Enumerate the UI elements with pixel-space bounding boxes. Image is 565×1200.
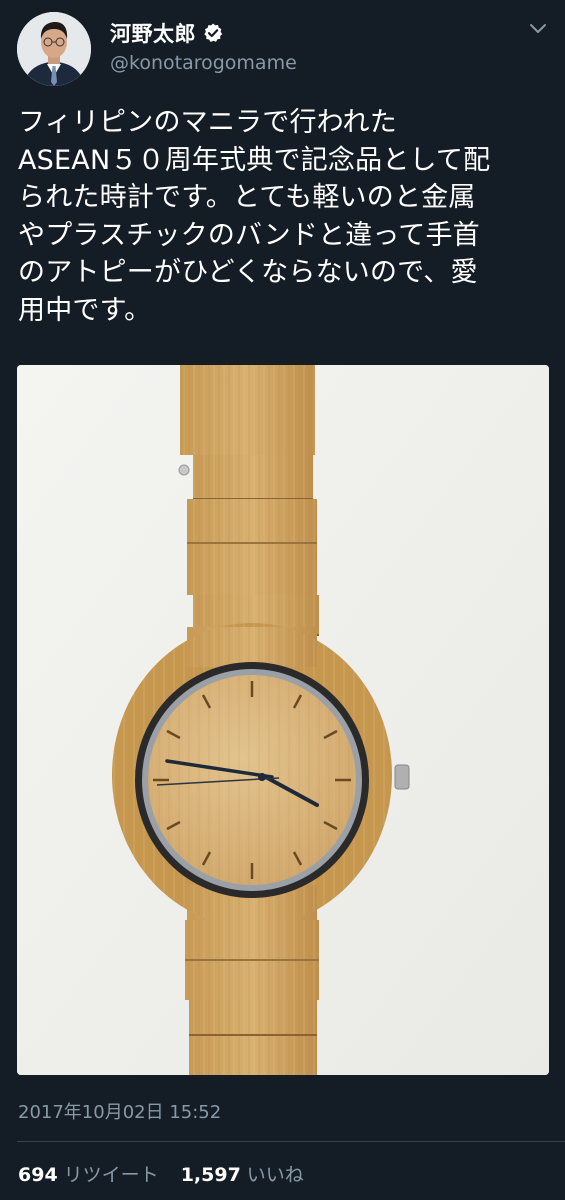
avatar[interactable] [17, 12, 91, 86]
divider [17, 1141, 565, 1142]
retweets-label[interactable]: リツイート [64, 1160, 159, 1187]
engagement-stats: 694 リツイート 1,597 いいね [18, 1160, 304, 1187]
bamboo-watch-photo [17, 365, 549, 1075]
likes-count[interactable]: 1,597 [181, 1164, 241, 1186]
avatar-photo [17, 12, 91, 86]
chevron-down-icon[interactable] [529, 22, 547, 36]
likes-label[interactable]: いいね [247, 1160, 304, 1187]
retweets-count[interactable]: 694 [18, 1164, 58, 1186]
tweet-card: 河野太郎 @konotarogomame フィリピンのマニラで行われた ASEA… [0, 0, 565, 1200]
verified-badge-icon [202, 22, 224, 44]
tweet-timestamp[interactable]: 2017年10月02日 15:52 [18, 1098, 221, 1124]
author-name-row[interactable]: 河野太郎 [110, 18, 224, 48]
author-handle[interactable]: @konotarogomame [110, 52, 297, 74]
author-display-name[interactable]: 河野太郎 [110, 18, 196, 48]
tweet-photo[interactable] [17, 365, 549, 1075]
tweet-text: フィリピンのマニラで行われた ASEAN５０周年式典で記念品として配 られた時計… [18, 107, 491, 326]
